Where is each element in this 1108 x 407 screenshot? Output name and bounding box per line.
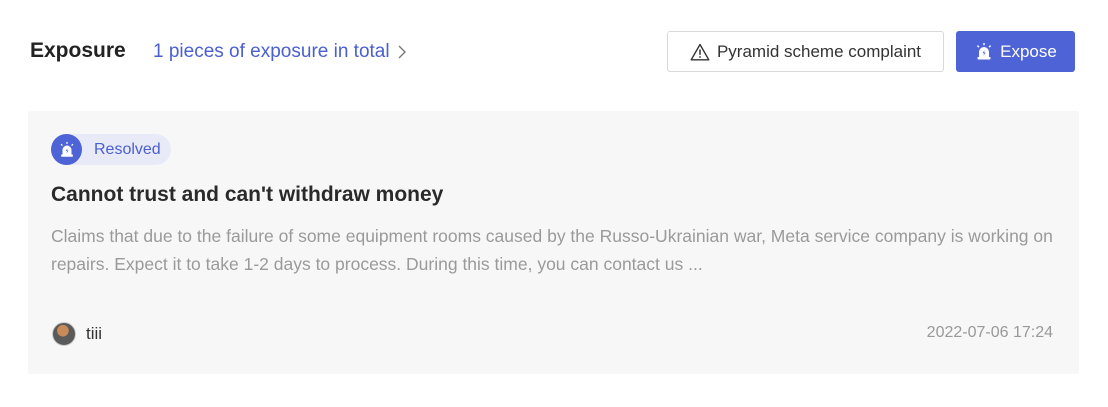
total-exposure-label: 1 pieces of exposure in total bbox=[153, 41, 390, 62]
exposure-title[interactable]: Cannot trust and can't withdraw money bbox=[51, 183, 443, 207]
expose-button[interactable]: Expose bbox=[956, 31, 1075, 72]
avatar bbox=[52, 322, 76, 346]
page-title: Exposure bbox=[30, 39, 126, 62]
alarm-siren-icon bbox=[51, 134, 82, 165]
alarm-siren-icon bbox=[977, 42, 992, 59]
chevron-right-icon bbox=[398, 45, 406, 59]
post-timestamp: 2022-07-06 17:24 bbox=[926, 324, 1053, 341]
total-exposure-link[interactable]: 1 pieces of exposure in total bbox=[153, 41, 406, 63]
exposure-description: Claims that due to the failure of some e… bbox=[51, 226, 1053, 274]
username: tiii bbox=[86, 324, 103, 343]
exposure-header: Exposure 1 pieces of exposure in total P… bbox=[0, 0, 1108, 104]
expose-label: Expose bbox=[1000, 41, 1057, 61]
exposure-card[interactable]: Resolved Cannot trust and can't withdraw… bbox=[28, 111, 1079, 374]
pyramid-complaint-label: Pyramid scheme complaint bbox=[716, 41, 922, 61]
author[interactable]: tiii bbox=[52, 322, 102, 346]
warning-triangle-icon bbox=[690, 43, 710, 60]
status-label: Resolved bbox=[94, 140, 161, 158]
pyramid-complaint-button[interactable]: Pyramid scheme complaint bbox=[667, 31, 944, 72]
status-badge: Resolved bbox=[51, 134, 171, 165]
